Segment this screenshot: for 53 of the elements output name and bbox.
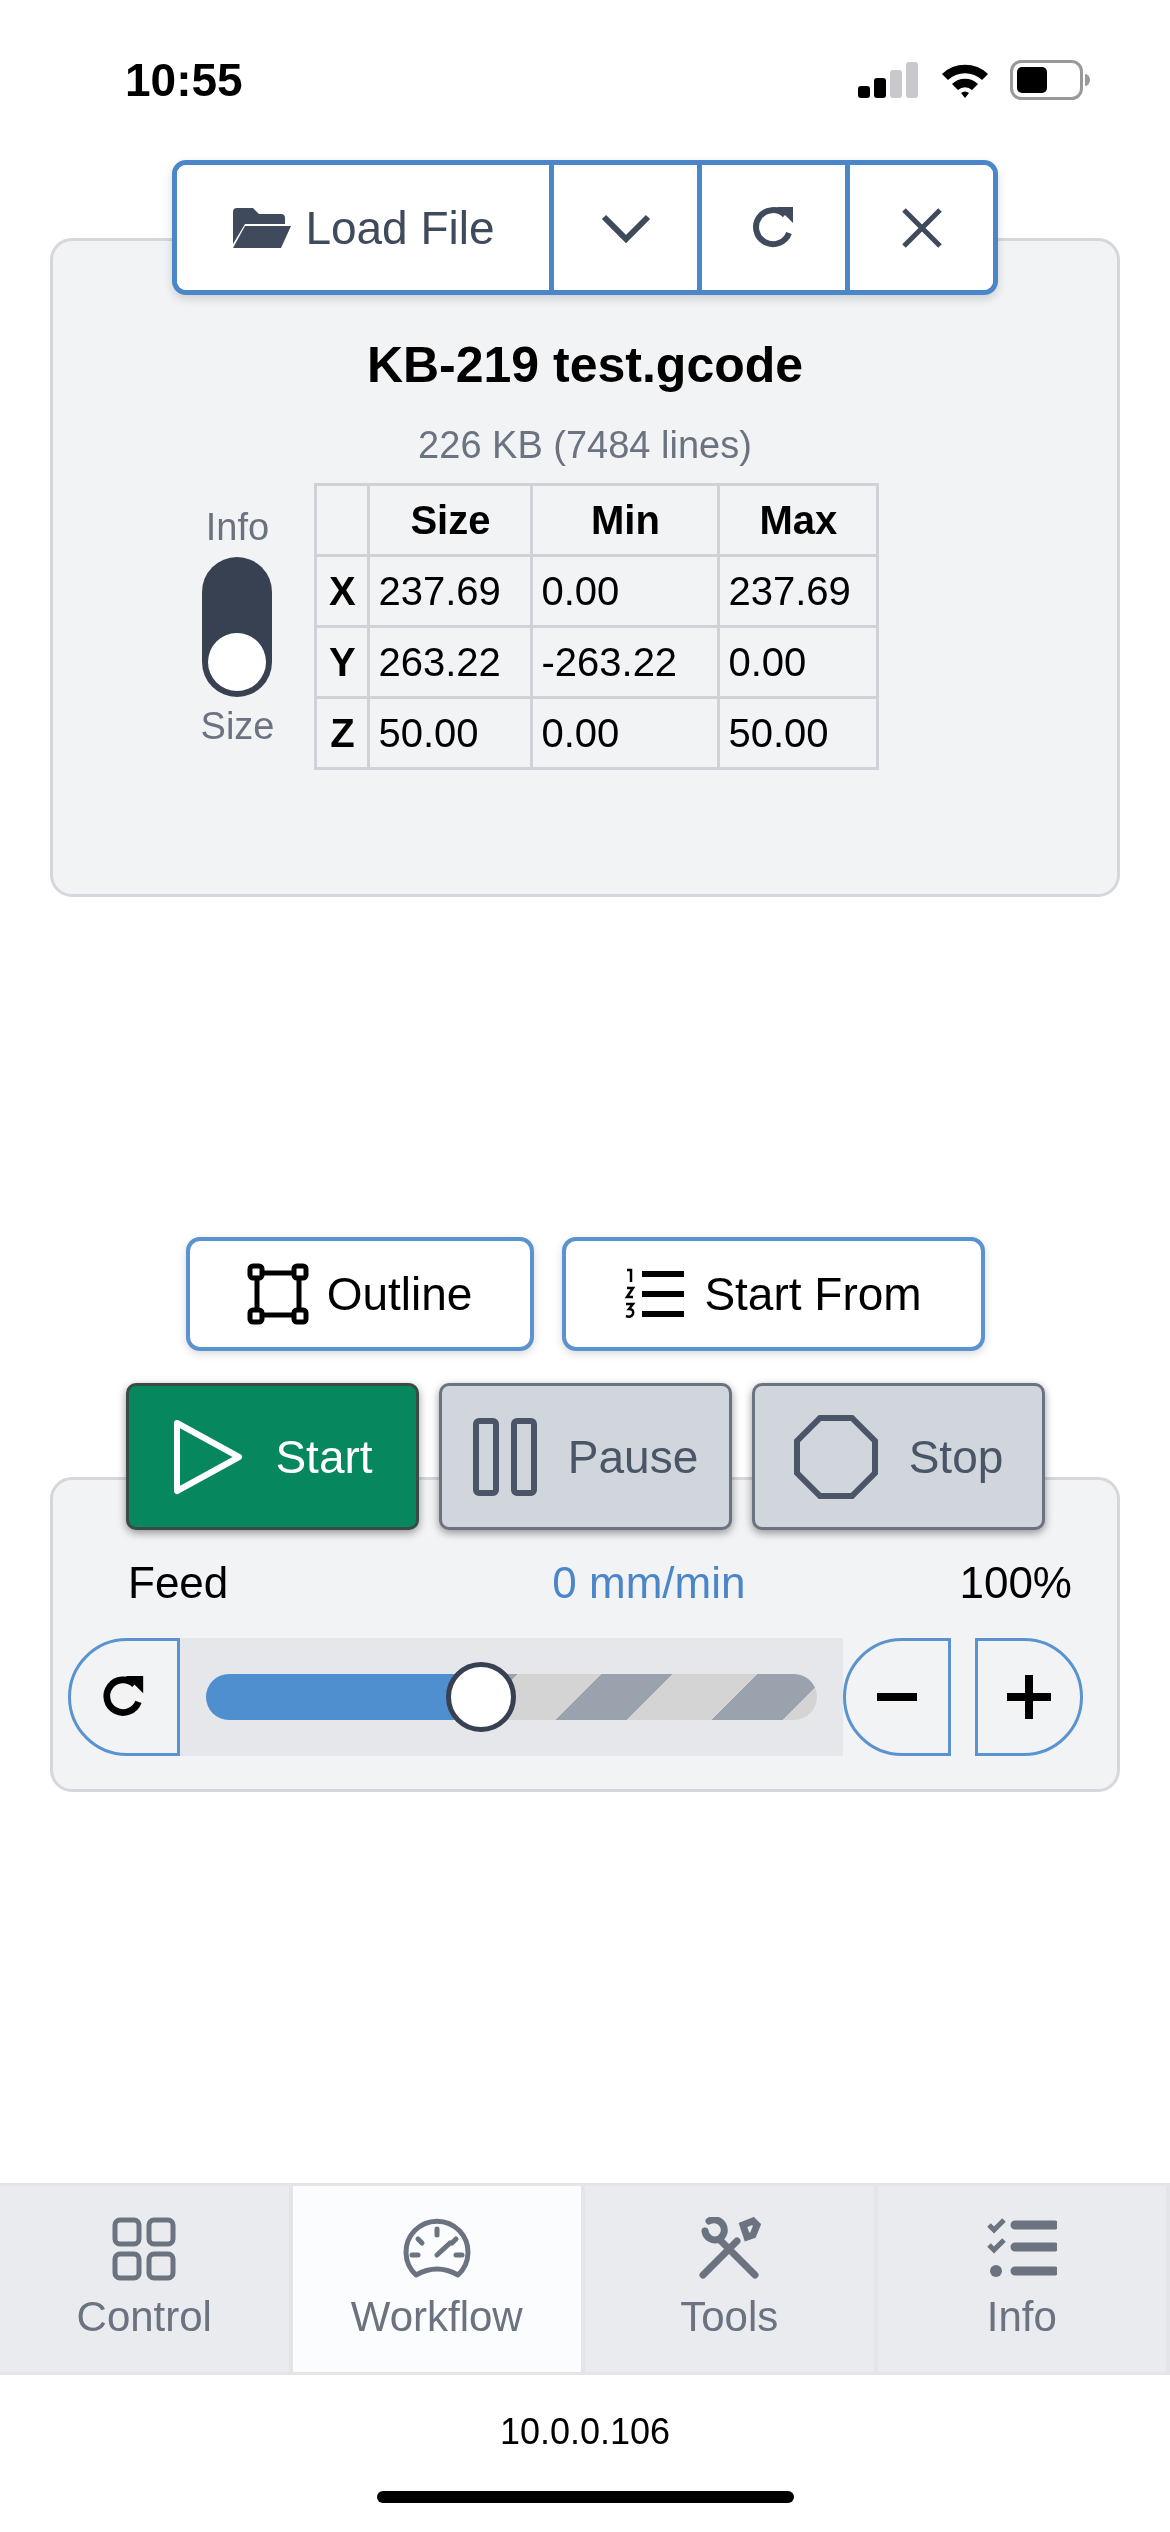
chevron-down-icon — [599, 212, 652, 243]
table-cell: 263.22 — [368, 626, 532, 698]
numbered-list-icon — [624, 1268, 687, 1320]
device-address: 10.0.0.106 — [498, 2411, 672, 2453]
table-cell: 237.69 — [368, 555, 532, 627]
decrease-button[interactable] — [843, 1638, 951, 1756]
tab[interactable]: Workflow — [292, 2186, 585, 2372]
file-details: 226 KB (7484 lines) — [418, 424, 752, 467]
plus-icon — [1007, 1675, 1051, 1719]
grid-icon — [112, 2217, 177, 2281]
start-button[interactable]: Start — [125, 1383, 419, 1530]
signal-icon — [858, 62, 920, 98]
folder-icon — [231, 205, 294, 250]
column-header: Min — [531, 484, 719, 556]
pause-icon — [471, 1416, 538, 1497]
file-name: KB-219 test.gcode — [366, 336, 804, 394]
table-cell: 0.00 — [531, 697, 719, 769]
feed-percent: 100% — [959, 1558, 1072, 1608]
battery-icon — [1010, 60, 1090, 100]
table-cell: 237.69 — [718, 555, 878, 627]
reload-button[interactable] — [697, 165, 845, 290]
minus-icon — [877, 1693, 917, 1701]
status-time: 10:55 — [125, 53, 243, 107]
row-header: X — [315, 555, 369, 627]
tab[interactable]: Tools — [585, 2186, 878, 2372]
toggle-label: Info — [205, 505, 270, 549]
table-cell: 0.00 — [531, 555, 719, 627]
load-file-button[interactable]: Load File — [177, 165, 549, 290]
table-cell: 0.00 — [718, 626, 878, 698]
increase-button[interactable] — [975, 1638, 1083, 1756]
octagon-icon — [792, 1413, 879, 1500]
dropdown-button[interactable] — [549, 165, 697, 290]
column-header: Size — [368, 484, 532, 556]
tools-icon — [697, 2217, 762, 2281]
start-from-button[interactable]: Start From — [561, 1237, 985, 1351]
table-cell: 50.00 — [368, 697, 532, 769]
feed-label: Feed — [128, 1558, 229, 1608]
wifi-icon — [940, 62, 990, 98]
close-button[interactable] — [845, 165, 993, 290]
toggle-label: Size — [200, 704, 275, 748]
column-header: Max — [718, 484, 878, 556]
feed-rate: 0 mm/min — [552, 1558, 746, 1608]
feed-slider-track[interactable] — [206, 1662, 817, 1732]
outline-button[interactable]: Outline — [185, 1237, 534, 1351]
row-header: Z — [315, 697, 369, 769]
close-icon — [899, 205, 944, 250]
reset-feed-button[interactable] — [68, 1638, 180, 1756]
row-header: Y — [315, 626, 369, 698]
tab[interactable]: Control — [0, 2186, 293, 2372]
tab[interactable]: Info — [877, 2186, 1170, 2372]
square-nodes-icon — [246, 1263, 309, 1325]
table-cell: -263.22 — [531, 626, 719, 698]
table-cell: 50.00 — [718, 697, 878, 769]
